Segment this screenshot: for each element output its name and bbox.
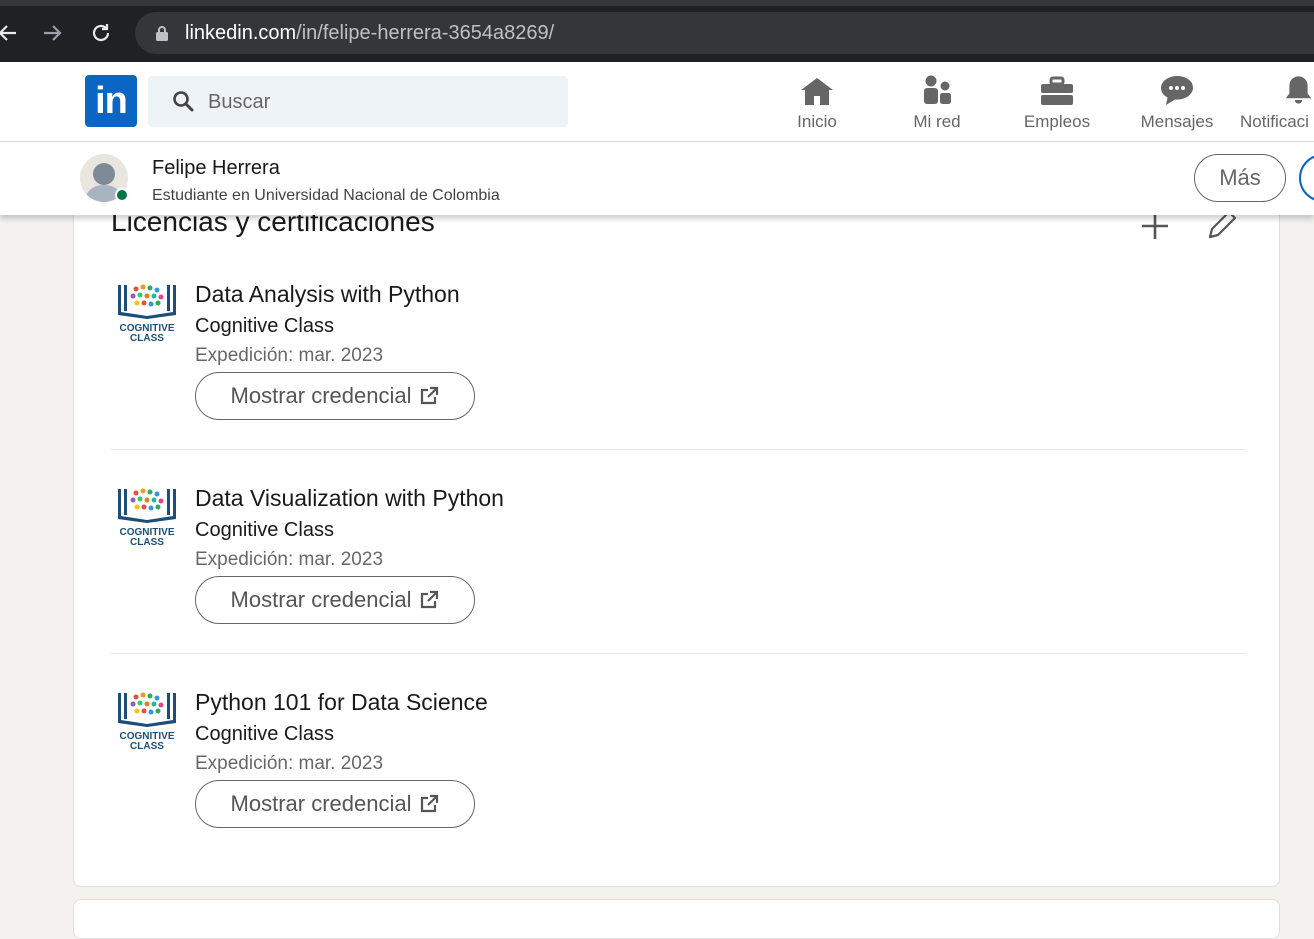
back-arrow-icon[interactable] — [0, 17, 22, 49]
show-credential-label: Mostrar credencial — [230, 383, 412, 408]
external-link-icon — [421, 590, 439, 609]
logo-line2: CLASS — [130, 741, 164, 752]
nav-item-notificaciones[interactable]: Notificaci — [1228, 70, 1314, 136]
browser-chrome: linkedin.com/in/felipe-herrera-3654a8269… — [0, 0, 1314, 62]
url-text: linkedin.com/in/felipe-herrera-3654a8269… — [185, 22, 554, 45]
messaging-icon — [1122, 70, 1232, 106]
reload-icon[interactable] — [86, 17, 116, 49]
profile-headline: Estudiante en Universidad Nacional de Co… — [152, 187, 500, 204]
search-icon — [172, 90, 194, 117]
lock-icon — [155, 25, 169, 47]
nav-label: Mi red — [913, 112, 961, 131]
search-input[interactable] — [206, 86, 550, 118]
certifications-section: Licencias y certificaciones COGNITIVE CL… — [73, 180, 1280, 887]
url-path: /in/felipe-herrera-3654a8269/ — [296, 22, 555, 44]
next-section-card — [73, 899, 1280, 939]
certification-issuer: Cognitive Class — [195, 315, 334, 337]
nav-item-inicio[interactable]: Inicio — [762, 70, 872, 136]
certification-title[interactable]: Data Visualization with Python — [195, 485, 504, 512]
more-button[interactable]: Más — [1194, 154, 1286, 202]
tab-strip — [0, 0, 1314, 6]
primary-action-button[interactable] — [1299, 154, 1314, 202]
network-icon — [882, 70, 992, 106]
nav-item-mi-red[interactable]: Mi red — [882, 70, 992, 136]
search-box[interactable] — [148, 76, 568, 127]
global-nav: in Inicio Mi red Empleos Mensajes Notif — [0, 62, 1314, 142]
external-link-icon — [421, 794, 439, 813]
cognitive-class-logo[interactable]: COGNITIVE CLASS — [116, 689, 178, 755]
certification-title[interactable]: Data Analysis with Python — [195, 281, 460, 308]
certification-date: Expedición: mar. 2023 — [195, 345, 384, 366]
show-credential-label: Mostrar credencial — [230, 791, 412, 816]
external-link-icon — [421, 386, 439, 405]
nav-label: Mensajes — [1140, 112, 1214, 131]
plus-icon — [1142, 213, 1168, 239]
show-credential-button[interactable]: Mostrar credencial — [195, 576, 475, 624]
logo-text: in — [95, 79, 128, 122]
show-credential-label: Mostrar credencial — [230, 587, 412, 612]
cognitive-class-logo[interactable]: COGNITIVE CLASS — [116, 485, 178, 551]
sticky-profile-bar: Felipe Herrera Estudiante en Universidad… — [0, 142, 1314, 215]
certification-issuer: Cognitive Class — [195, 723, 334, 745]
show-credential-button[interactable]: Mostrar credencial — [195, 372, 475, 420]
nav-item-empleos[interactable]: Empleos — [1002, 70, 1112, 136]
certification-date: Expedición: mar. 2023 — [195, 549, 384, 570]
show-credential-button[interactable]: Mostrar credencial — [195, 780, 475, 828]
profile-name: Felipe Herrera — [152, 157, 280, 179]
nav-label: Inicio — [797, 112, 837, 131]
forward-arrow-icon[interactable] — [38, 17, 68, 49]
cognitive-class-logo[interactable]: COGNITIVE CLASS — [116, 281, 178, 347]
certification-date: Expedición: mar. 2023 — [195, 753, 384, 774]
divider — [111, 653, 1246, 654]
home-icon — [762, 70, 872, 106]
nav-label: Empleos — [1023, 112, 1091, 131]
url-host: linkedin.com — [185, 22, 297, 44]
logo-line2: CLASS — [130, 537, 164, 548]
certification-title[interactable]: Python 101 for Data Science — [195, 689, 488, 716]
certification-issuer: Cognitive Class — [195, 519, 334, 541]
address-bar[interactable]: linkedin.com/in/felipe-herrera-3654a8269… — [135, 12, 1314, 54]
linkedin-logo[interactable]: in — [85, 75, 137, 127]
logo-line2: CLASS — [130, 333, 164, 344]
nav-item-mensajes[interactable]: Mensajes — [1122, 70, 1232, 136]
nav-label: Notificaci — [1240, 112, 1309, 131]
online-status-dot — [115, 188, 129, 202]
briefcase-icon — [1002, 70, 1112, 106]
bell-icon — [1228, 70, 1314, 106]
divider — [111, 449, 1246, 450]
